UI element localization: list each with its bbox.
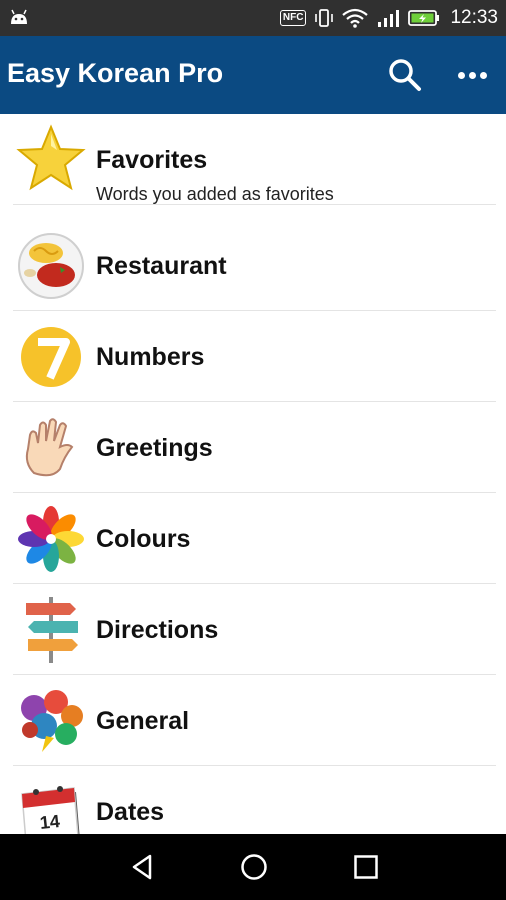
more-options-icon bbox=[457, 71, 465, 79]
wifi-icon bbox=[342, 8, 369, 28]
list-item-dates[interactable]: 14 Dates bbox=[0, 766, 506, 834]
android-debug-icon bbox=[11, 9, 27, 24]
list-item-title: Colours bbox=[96, 525, 191, 553]
calendar-icon: 14 bbox=[21, 786, 80, 834]
color-wheel-icon bbox=[18, 506, 84, 572]
signal-icon bbox=[378, 10, 400, 27]
list-item-restaurant[interactable]: Restaurant bbox=[0, 220, 506, 311]
list-item-directions[interactable]: Directions bbox=[0, 584, 506, 675]
list-item-title: Numbers bbox=[96, 343, 205, 371]
star-icon bbox=[16, 124, 86, 191]
signpost-icon bbox=[26, 597, 78, 663]
vibrate-icon bbox=[315, 9, 334, 27]
home-icon[interactable] bbox=[239, 852, 269, 882]
back-icon[interactable] bbox=[128, 852, 158, 882]
plate-of-food-icon bbox=[18, 233, 84, 299]
number-seven-icon bbox=[21, 327, 81, 387]
speech-bubbles-icon bbox=[21, 690, 83, 752]
recents-icon[interactable] bbox=[351, 852, 381, 882]
nfc-icon: NFC bbox=[279, 10, 307, 26]
list-item-title: Favorites bbox=[96, 146, 208, 174]
waving-hand-icon bbox=[25, 418, 74, 477]
app-title: Easy Korean Pro bbox=[7, 58, 224, 88]
list-item-title: General bbox=[96, 707, 190, 735]
navigation-bar bbox=[0, 834, 506, 900]
list-item-general[interactable]: General bbox=[0, 675, 506, 766]
more-options-button[interactable] bbox=[452, 56, 492, 94]
list-item-colours[interactable]: Colours bbox=[0, 493, 506, 584]
search-icon bbox=[389, 59, 421, 91]
list-item-favorites[interactable]: Favorites Words you added as favorites bbox=[0, 114, 506, 205]
list-item-title: Restaurant bbox=[96, 252, 227, 280]
search-button[interactable] bbox=[386, 56, 424, 94]
divider bbox=[13, 204, 496, 205]
status-time: 12:33 bbox=[450, 7, 498, 28]
battery-charging-icon bbox=[408, 10, 440, 26]
calendar-day: 14 bbox=[39, 811, 61, 833]
app-bar: Easy Korean Pro bbox=[0, 36, 506, 114]
list-item-subtitle: Words you added as favorites bbox=[96, 184, 334, 204]
list-item-title: Directions bbox=[96, 616, 219, 644]
list-item-title: Greetings bbox=[96, 434, 213, 462]
status-bar: NFC 12:33 bbox=[0, 0, 506, 36]
list-item-title: Dates bbox=[96, 798, 165, 826]
list-item-greetings[interactable]: Greetings bbox=[0, 402, 506, 493]
list-item-numbers[interactable]: Numbers bbox=[0, 311, 506, 402]
category-list: Favorites Words you added as favorites R… bbox=[0, 114, 506, 834]
